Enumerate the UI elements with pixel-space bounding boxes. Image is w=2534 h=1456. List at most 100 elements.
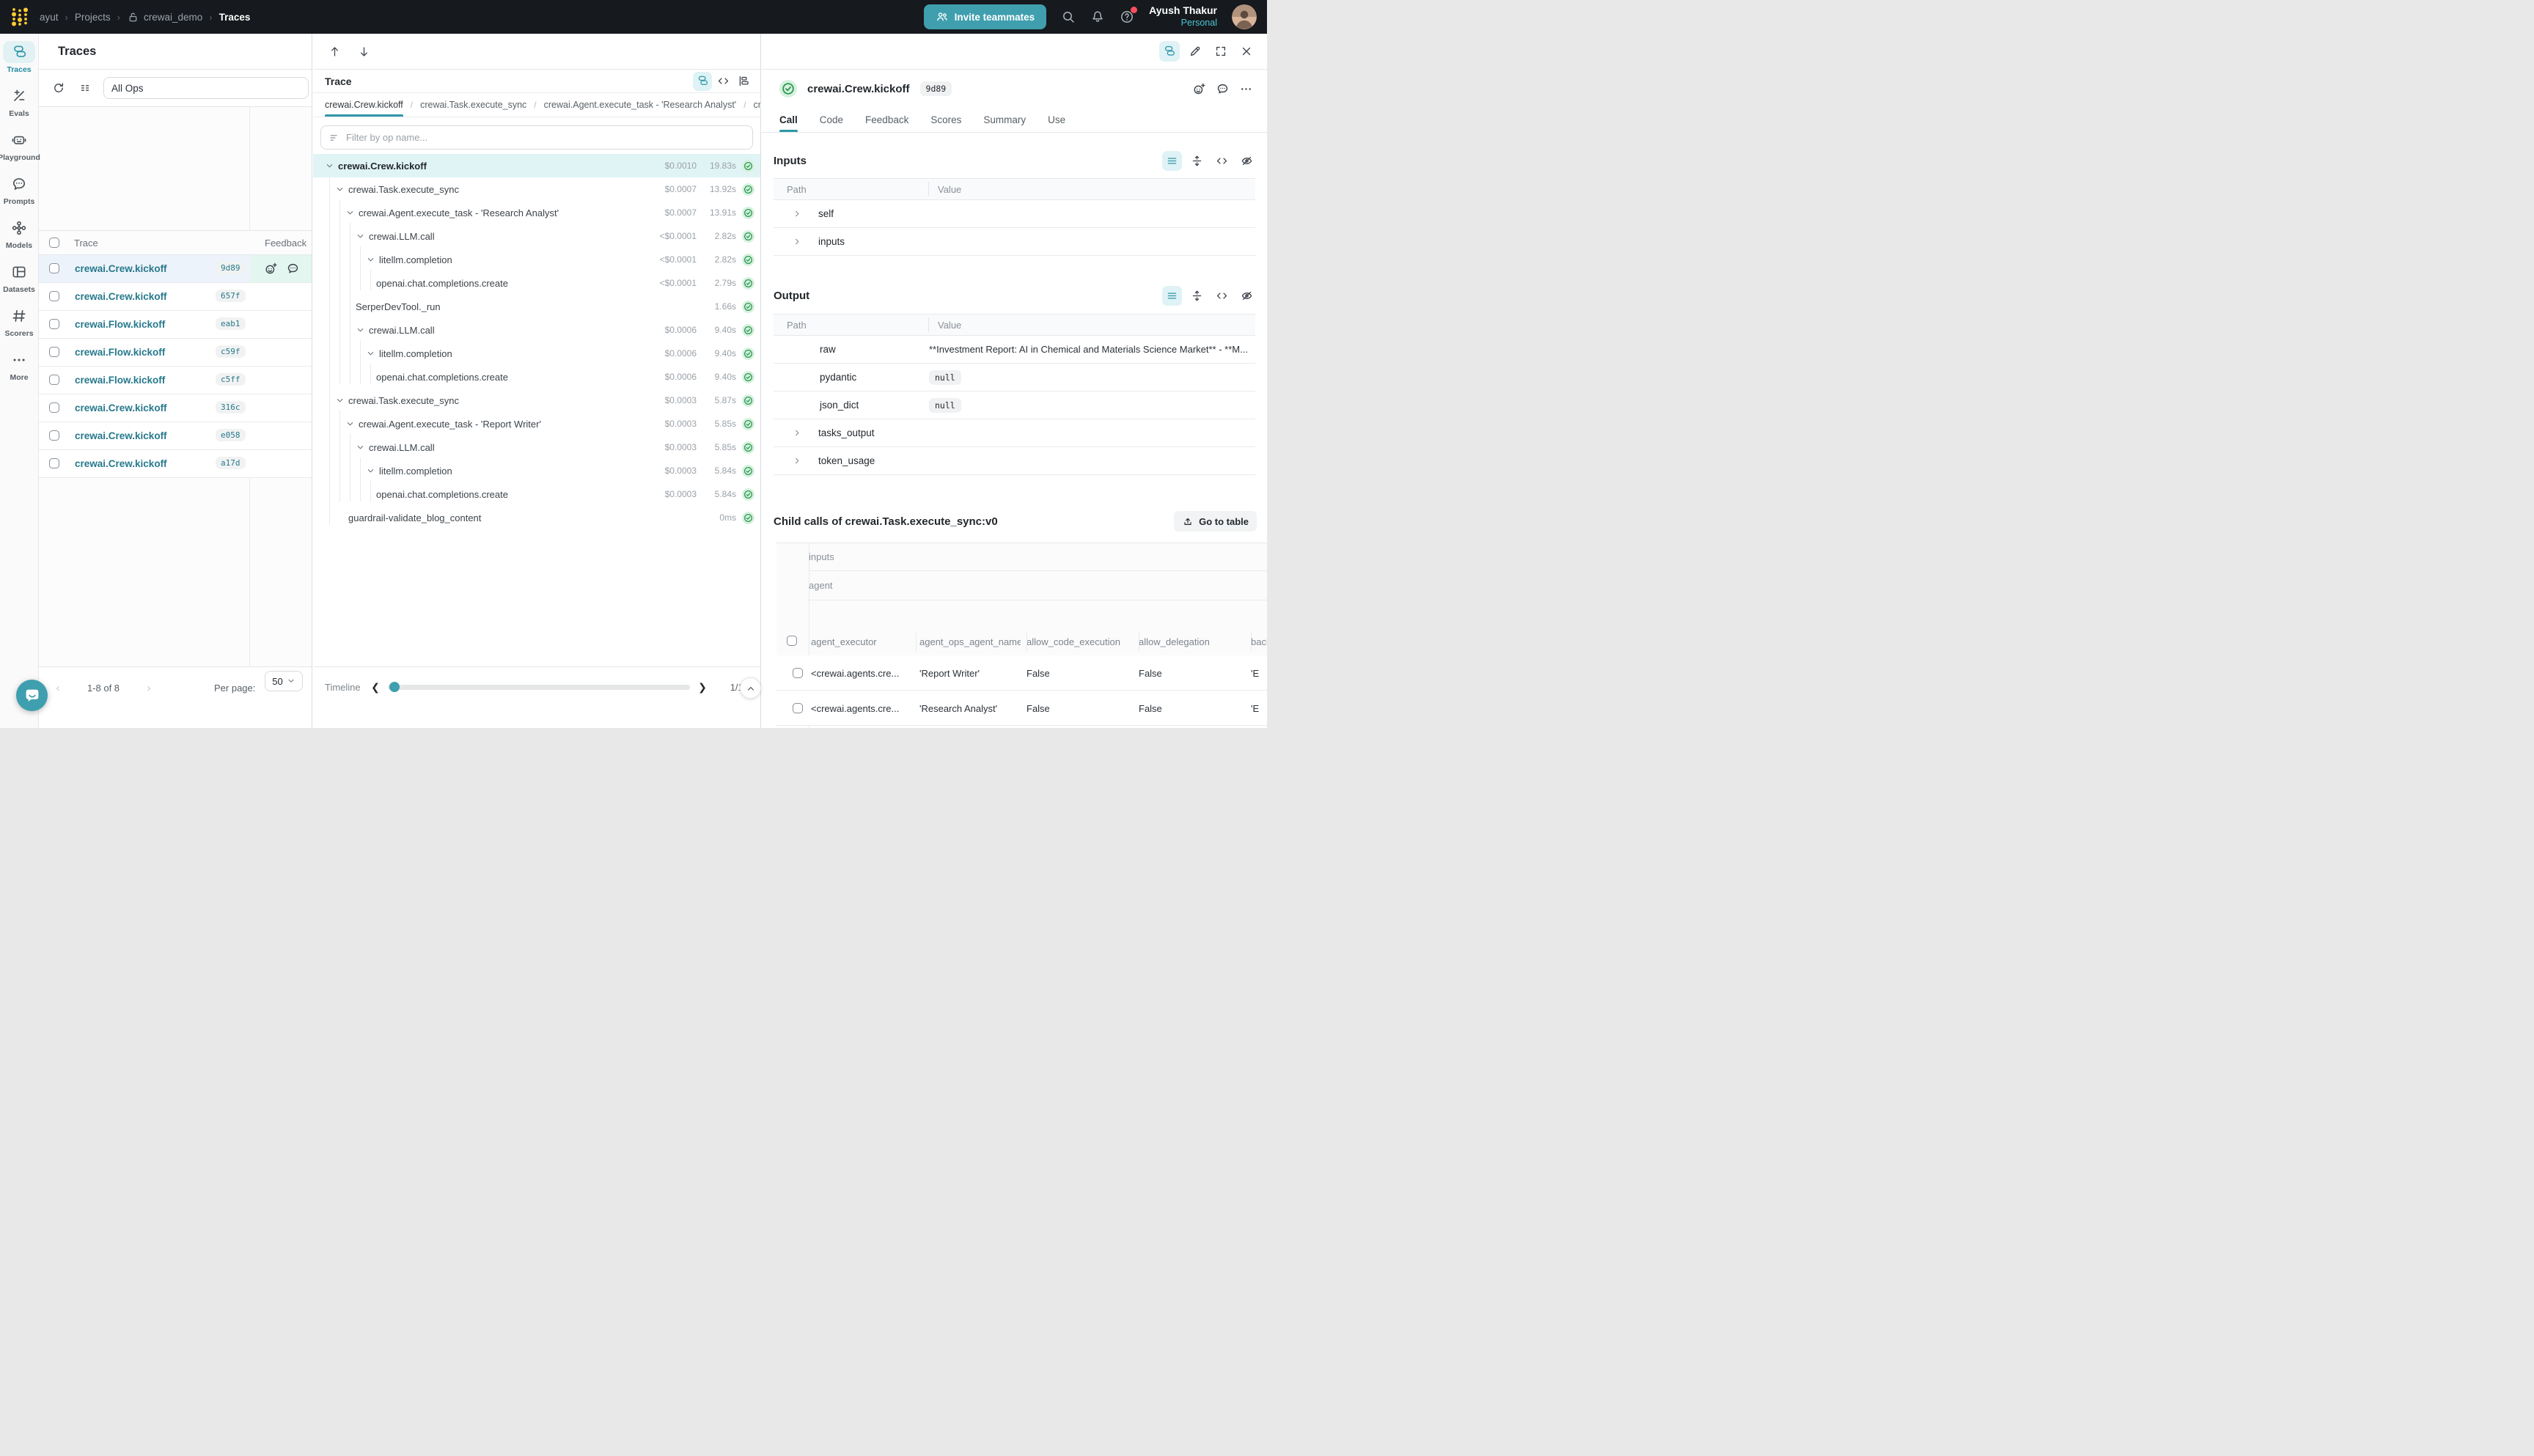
call-id-chip[interactable]: 9d89 (920, 81, 952, 96)
table-row[interactable]: crewai.Flow.kickoffc59f (39, 339, 312, 367)
trace-name-link[interactable]: crewai.Crew.kickoff (75, 450, 167, 477)
row-checkbox[interactable] (49, 291, 59, 301)
trace-name-link[interactable]: crewai.Crew.kickoff (75, 422, 167, 449)
op-filter-input[interactable] (346, 132, 745, 143)
collapse-timeline-button[interactable] (740, 677, 761, 699)
row-checkbox[interactable] (49, 458, 59, 468)
sidebar-item-models[interactable]: Models (3, 217, 35, 250)
sidebar-item-traces[interactable]: Traces (3, 41, 35, 74)
call-tree-row[interactable]: openai.chat.completions.create$0.00035.8… (313, 482, 760, 506)
column-header-allow_code_execution[interactable]: allow_code_execution (1027, 628, 1133, 655)
column-header-allow_delegation[interactable]: allow_delegation (1139, 628, 1245, 655)
chevron-down-icon[interactable] (366, 348, 379, 359)
help-icon[interactable] (1120, 10, 1134, 24)
go-to-table-button[interactable]: Go to table (1174, 511, 1257, 532)
breadcrumb-projects[interactable]: Projects (75, 12, 111, 23)
select-all-checkbox[interactable] (49, 238, 59, 248)
trace-name-link[interactable]: crewai.Crew.kickoff (75, 255, 167, 282)
eye-off-icon[interactable] (1237, 151, 1257, 171)
trace-crumb-tab[interactable]: crewai.Task.execute_sync (420, 93, 526, 117)
tab-call[interactable]: Call (779, 108, 798, 132)
table-row[interactable]: crewai.Crew.kickoff657f (39, 283, 312, 311)
ops-filter-select[interactable]: All Ops (103, 77, 309, 99)
child-call-row[interactable]: <crewai.agents.cre...'Report Writer'Fals… (776, 655, 1267, 691)
list-icon[interactable] (1162, 151, 1182, 171)
column-header-trace[interactable]: Trace (74, 238, 98, 249)
chevron-right-icon[interactable] (793, 237, 802, 246)
call-tree-row[interactable]: crewai.Task.execute_sync$0.00035.87s (313, 389, 760, 412)
table-row[interactable]: crewai.Crew.kickoffe058 (39, 422, 312, 450)
code-icon[interactable] (713, 72, 732, 91)
tab-scores[interactable]: Scores (930, 108, 961, 132)
columns-icon[interactable] (77, 78, 93, 98)
trace-name-link[interactable]: crewai.Flow.kickoff (75, 311, 165, 338)
sidebar-item-scorers[interactable]: Scorers (3, 305, 35, 338)
trace-name-link[interactable]: crewai.Flow.kickoff (75, 367, 165, 394)
row-checkbox[interactable] (793, 668, 803, 678)
breadcrumb-entity[interactable]: ayut (40, 12, 59, 23)
refresh-icon[interactable] (51, 78, 67, 98)
table-row[interactable]: crewai.Flow.kickoffc5ff (39, 367, 312, 394)
call-tree-row[interactable]: crewai.Agent.execute_task - 'Research An… (313, 201, 760, 224)
arrow-down-icon[interactable] (356, 41, 372, 62)
support-chat-button[interactable] (16, 680, 48, 711)
column-header-agent_ops_agent_name[interactable]: agent_ops_agent_name (919, 628, 1021, 655)
call-tree-row[interactable]: guardrail-validate_blog_content0ms (313, 506, 760, 529)
table-row[interactable]: crewai.Crew.kickoff316c (39, 394, 312, 422)
eye-off-icon[interactable] (1237, 286, 1257, 306)
sidebar-item-playground[interactable]: Playground (0, 129, 40, 162)
code-icon[interactable] (1212, 286, 1232, 306)
emoji-plus-icon[interactable] (1189, 79, 1208, 98)
tab-use[interactable]: Use (1048, 108, 1065, 132)
bell-icon[interactable] (1090, 10, 1105, 24)
timeline-slider[interactable] (388, 685, 690, 690)
trace-crumb-tab[interactable]: crewai.Agent.execute_task - 'Research An… (544, 93, 737, 117)
avatar[interactable] (1232, 4, 1257, 29)
prev-page-chevron[interactable]: ‹ (51, 682, 65, 694)
dots-icon[interactable] (1236, 79, 1255, 98)
chevron-down-icon[interactable] (325, 161, 338, 171)
column-header-backstory[interactable]: backstory (1251, 628, 1267, 655)
comment-icon[interactable] (1213, 79, 1232, 98)
select-all-checkbox[interactable] (787, 636, 797, 646)
next-page-chevron[interactable]: › (142, 682, 156, 694)
per-page-select[interactable]: 50 (265, 671, 303, 691)
call-tree-row[interactable]: openai.chat.completions.create<$0.00012.… (313, 271, 760, 295)
column-header-agent_executor[interactable]: agent_executor (811, 628, 910, 655)
row-checkbox[interactable] (49, 263, 59, 273)
emoji-plus-icon[interactable] (264, 262, 278, 276)
table-row[interactable]: crewai.Crew.kickoff9d89 (39, 255, 312, 283)
arrow-up-icon[interactable] (326, 41, 342, 62)
wandb-logo-icon[interactable] (10, 7, 29, 27)
rows-expand-icon[interactable] (1187, 286, 1207, 306)
call-tree-row[interactable]: openai.chat.completions.create$0.00069.4… (313, 365, 760, 389)
list-icon[interactable] (1162, 286, 1182, 306)
call-tree-row[interactable]: litellm.completion<$0.00012.82s (313, 248, 760, 271)
chevron-down-icon[interactable] (356, 442, 369, 452)
chevron-down-icon[interactable] (335, 395, 348, 405)
trace-crumb-tab[interactable]: crewai.LLM.call (754, 93, 760, 117)
call-tree-row[interactable]: crewai.LLM.call<$0.00012.82s (313, 224, 760, 248)
row-checkbox[interactable] (793, 703, 803, 713)
chevron-down-icon[interactable] (345, 419, 359, 429)
child-call-row[interactable]: <crewai.agents.cre...'Research Analyst'F… (776, 691, 1267, 726)
call-tree-row[interactable]: crewai.Task.execute_sync$0.000713.92s (313, 177, 760, 201)
call-tree-row[interactable]: litellm.completion$0.00035.84s (313, 459, 760, 482)
breadcrumb-project[interactable]: crewai_demo (144, 12, 202, 23)
row-checkbox[interactable] (49, 430, 59, 441)
row-checkbox[interactable] (49, 375, 59, 385)
trace-name-link[interactable]: crewai.Crew.kickoff (75, 394, 167, 422)
tab-summary[interactable]: Summary (983, 108, 1026, 132)
call-tree-row[interactable]: crewai.LLM.call$0.00035.85s (313, 435, 760, 459)
sidebar-item-prompts[interactable]: Prompts (3, 173, 35, 206)
code-icon[interactable] (1212, 151, 1232, 171)
row-checkbox[interactable] (49, 347, 59, 357)
sidebar-item-evals[interactable]: Evals (3, 85, 35, 118)
column-header-feedback[interactable]: Feedback (265, 238, 306, 249)
tree-view-icon[interactable] (693, 72, 712, 91)
close-icon[interactable] (1236, 41, 1257, 62)
chevron-down-icon[interactable] (366, 254, 379, 265)
chevron-down-icon[interactable] (345, 207, 359, 218)
trace-name-link[interactable]: crewai.Crew.kickoff (75, 283, 167, 310)
sidebar-item-datasets[interactable]: Datasets (3, 261, 35, 294)
